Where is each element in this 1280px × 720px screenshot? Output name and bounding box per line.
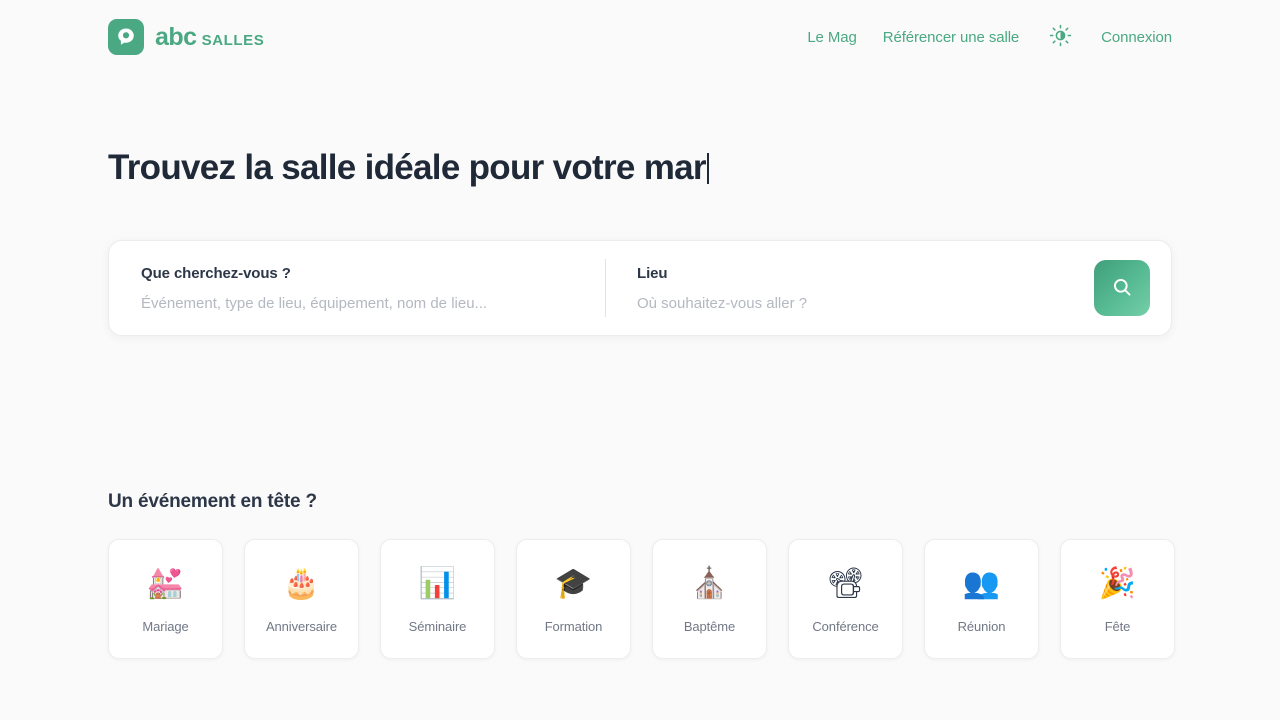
nav-link-le-mag[interactable]: Le Mag <box>807 29 857 46</box>
event-card-label: Conférence <box>812 618 879 634</box>
event-card-label: Fête <box>1104 618 1131 634</box>
main-navigation: Le Mag Référencer une salle Connexion <box>807 22 1172 52</box>
search-where-input[interactable] <box>637 294 1053 312</box>
event-card-seminaire[interactable]: 📊 Séminaire <box>380 539 495 659</box>
abc-salles-logo-icon <box>108 19 144 55</box>
birthday-cake-icon: 🎂 <box>282 565 321 601</box>
brand-logo-link[interactable]: abc SALLES <box>108 19 264 55</box>
wedding-chapel-icon: 💒 <box>146 565 185 601</box>
event-card-bapteme[interactable]: ⛪ Baptême <box>652 539 767 659</box>
brand-name: abc <box>155 22 197 51</box>
search-what-input[interactable] <box>141 294 573 312</box>
hero-title-text: Trouvez la salle idéale pour votre mar <box>108 148 707 187</box>
search-icon <box>1111 276 1133 301</box>
event-card-label: Formation <box>544 618 603 634</box>
party-popper-icon: 🎉 <box>1098 565 1137 601</box>
nav-link-connexion[interactable]: Connexion <box>1101 29 1172 46</box>
presentation-icon: 📊 <box>418 565 457 601</box>
event-card-label: Baptême <box>683 618 736 634</box>
nav-link-referencer-une-salle[interactable]: Référencer une salle <box>883 29 1020 46</box>
page-root: abc SALLES Le Mag Référencer une salle C… <box>0 0 1280 720</box>
brand-suffix: SALLES <box>201 31 265 49</box>
event-card-formation[interactable]: 🎓 Formation <box>516 539 631 659</box>
event-card-conference[interactable]: 📽 Conférence <box>788 539 903 659</box>
event-card-fete[interactable]: 🎉 Fête <box>1060 539 1175 659</box>
search-submit-button[interactable] <box>1094 260 1150 316</box>
typing-caret <box>706 153 709 184</box>
sun-half-icon <box>1049 24 1072 50</box>
search-field-where[interactable]: Lieu <box>605 241 1085 335</box>
church-icon: ⛪ <box>690 565 729 601</box>
search-bar: Que cherchez-vous ? Lieu <box>108 240 1172 336</box>
projector-icon: 📽 <box>826 565 865 601</box>
event-card-reunion[interactable]: 👥 Réunion <box>924 539 1039 659</box>
event-card-mariage[interactable]: 💒 Mariage <box>108 539 223 659</box>
page-title: Trouvez la salle idéale pour votre mar <box>108 147 709 189</box>
search-field-what[interactable]: Que cherchez-vous ? <box>109 241 605 335</box>
event-category-grid: 💒 Mariage 🎂 Anniversaire 📊 Séminaire 🎓 F… <box>108 539 1175 659</box>
events-section-title: Un événement en tête ? <box>108 491 317 512</box>
event-card-label: Anniversaire <box>265 618 338 634</box>
event-card-label: Réunion <box>957 618 1006 634</box>
search-where-label: Lieu <box>637 264 668 282</box>
theme-toggle-button[interactable] <box>1045 22 1075 52</box>
event-card-label: Mariage <box>142 618 189 634</box>
site-header: abc SALLES Le Mag Référencer une salle C… <box>0 0 1280 74</box>
meeting-people-icon: 👥 <box>962 565 1001 601</box>
brand-wordmark: abc SALLES <box>155 22 265 51</box>
search-what-label: Que cherchez-vous ? <box>141 264 291 282</box>
event-card-label: Séminaire <box>408 618 467 634</box>
graduation-cap-icon: 🎓 <box>554 565 593 601</box>
event-card-anniversaire[interactable]: 🎂 Anniversaire <box>244 539 359 659</box>
